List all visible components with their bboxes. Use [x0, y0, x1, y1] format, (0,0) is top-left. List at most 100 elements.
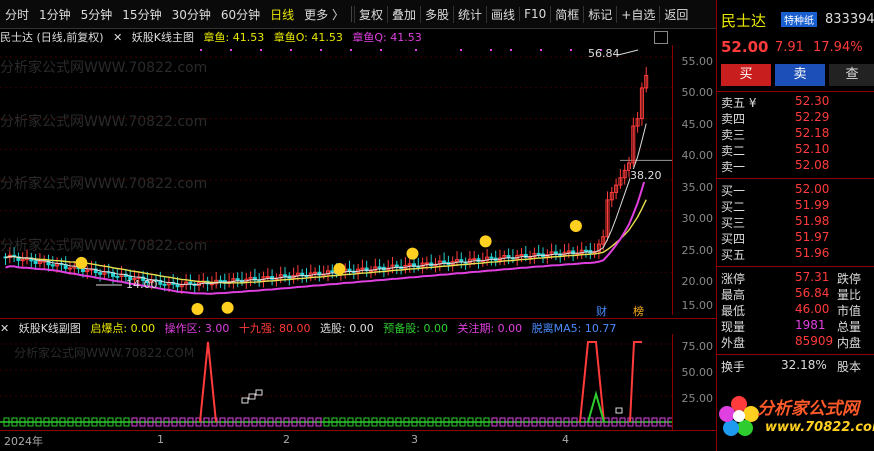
period-tab-fenshi[interactable]: 分时 — [0, 6, 34, 23]
candle-body — [175, 283, 180, 288]
current-line-label: 38.20 — [630, 169, 662, 182]
signal-box — [255, 389, 263, 396]
period-tab-5min[interactable]: 5分钟 — [76, 6, 118, 23]
signal-dot — [460, 49, 462, 51]
bid-price: 52.00 — [795, 182, 830, 196]
add-watchlist-button[interactable]: +自选 — [616, 5, 659, 23]
bid-row-3: 买三 51.98 — [719, 214, 874, 230]
period-tab-1min[interactable]: 1分钟 — [34, 6, 76, 23]
candle-body — [162, 283, 167, 286]
ask-row-2: 卖二 52.10 — [719, 142, 874, 158]
y-tick: 40.00 — [681, 149, 714, 162]
stat-label: 市值 — [837, 304, 862, 318]
period-tab-more[interactable]: 更多 〉 — [299, 6, 349, 23]
multi-stock-button[interactable]: 多股 — [420, 5, 453, 23]
sub-axis: 75.00 50.00 25.00 — [672, 334, 717, 430]
finance-badge[interactable]: 财 — [596, 303, 607, 319]
candle-body — [68, 267, 72, 270]
watermark: 分析家公式网WWW.70822.com — [0, 60, 208, 76]
indicator-name[interactable]: 妖股K线主图 — [132, 31, 194, 44]
red-spike-line — [629, 341, 642, 423]
stock-code: 833394 — [825, 12, 874, 27]
f10-button[interactable]: F10 — [519, 7, 550, 21]
buy-button[interactable]: 买 — [721, 64, 771, 86]
signal-dot — [490, 49, 492, 51]
mark-button[interactable]: 标记 — [583, 5, 616, 23]
main-chart[interactable]: 分析家公式网WWW.70822.com 分析家公式网WWW.70822.com … — [0, 45, 672, 318]
close-icon[interactable]: ✕ — [113, 31, 122, 44]
ask-price: 52.30 — [795, 94, 830, 108]
watermark: 分析家公式网WWW.70822.com — [0, 176, 208, 192]
y-tick: 55.00 — [681, 55, 714, 68]
back-button[interactable]: 返回 — [659, 5, 692, 23]
bid-row-1: 买一 52.00 — [719, 182, 874, 198]
date-tick: 4 — [562, 433, 569, 446]
overlay-button[interactable]: 叠加 — [387, 5, 420, 23]
candle-body — [584, 249, 588, 252]
date-tick: 1 — [157, 433, 164, 446]
candle-body — [472, 258, 477, 261]
period-tab-daily[interactable]: 日线 — [265, 6, 299, 23]
signal-dot — [290, 49, 292, 51]
stat-label: 外盘 — [721, 336, 746, 350]
watermark: 分析家公式网WWW.70822.com — [0, 238, 208, 254]
smiley-marker-icon — [221, 301, 234, 314]
signal-dot — [320, 49, 322, 51]
stat-label: 内盘 — [837, 336, 862, 350]
candle-body — [115, 275, 120, 278]
candle-body — [377, 266, 382, 269]
smiley-marker-icon — [479, 235, 492, 248]
y-tick: 50.00 — [681, 366, 714, 379]
simple-frame-button[interactable]: 简框 — [550, 5, 583, 23]
query-button[interactable]: 查 — [829, 64, 874, 86]
site-logo: 分析家公式网 www.70822.com — [717, 388, 874, 450]
period-tab-30min[interactable]: 30分钟 — [167, 6, 216, 23]
sub-chart[interactable]: 分析家公式网WWW.70822.COM — [0, 334, 672, 430]
stats-button[interactable]: 统计 — [453, 5, 486, 23]
candle-body — [50, 264, 55, 267]
y-tick: 20.00 — [681, 275, 714, 288]
zhangyu-value: 章鱼: 41.53 — [203, 31, 265, 44]
stat-row-limit-up: 涨停 57.31 跌停 — [719, 270, 874, 286]
candle-body — [489, 256, 494, 259]
ask-price: 52.08 — [795, 158, 830, 172]
stat-label: 最低 — [721, 304, 746, 318]
main-price-axis: 55.00 50.00 45.00 40.00 35.00 30.00 25.0… — [672, 45, 717, 315]
period-tab-60min[interactable]: 60分钟 — [216, 6, 265, 23]
flower-logo-icon — [719, 396, 759, 436]
ranking-badge[interactable]: 榜 — [633, 303, 644, 319]
candle-body — [313, 271, 318, 274]
price-change: 7.91 — [775, 40, 804, 55]
sell-button[interactable]: 卖 — [775, 64, 825, 86]
draw-line-button[interactable]: 画线 — [486, 5, 519, 23]
bid-price: 51.98 — [795, 214, 830, 228]
toolbar-divider — [350, 6, 352, 22]
date-tick: 2024年 — [4, 435, 43, 448]
sector-tag[interactable]: 特种纸 — [781, 12, 817, 27]
smiley-marker-icon — [406, 247, 419, 260]
current-price: 52.00 — [721, 38, 769, 56]
bid-label: 买一 — [721, 184, 746, 198]
watermark: 分析家公式网WWW.70822.COM — [14, 346, 195, 360]
stat-value: 1981 — [795, 318, 826, 332]
divider — [717, 266, 874, 267]
date-axis: 2024年 1 2 3 4 — [0, 430, 716, 451]
candle-body — [33, 260, 38, 264]
period-tab-15min[interactable]: 15分钟 — [117, 6, 166, 23]
fuquan-button[interactable]: 复权 — [353, 5, 387, 23]
signal-dot — [415, 49, 417, 51]
y-tick: 75.00 — [681, 340, 714, 353]
ask-price: 52.10 — [795, 142, 830, 156]
y-tick: 15.00 — [681, 299, 714, 312]
candle-body — [283, 274, 287, 277]
zhangyu-q-value: 章鱼Q: 41.53 — [352, 31, 422, 44]
stat-value: 56.84 — [795, 286, 830, 300]
expand-icon[interactable] — [654, 31, 668, 44]
signal-dot — [540, 49, 542, 51]
candle-body — [80, 268, 85, 273]
stat-label: 换手 — [721, 360, 746, 374]
signal-box — [615, 407, 623, 414]
logo-url: www.70822.com — [765, 420, 874, 435]
bid-row-4: 买四 51.97 — [719, 230, 874, 246]
stat-label: 跌停 — [837, 272, 862, 286]
